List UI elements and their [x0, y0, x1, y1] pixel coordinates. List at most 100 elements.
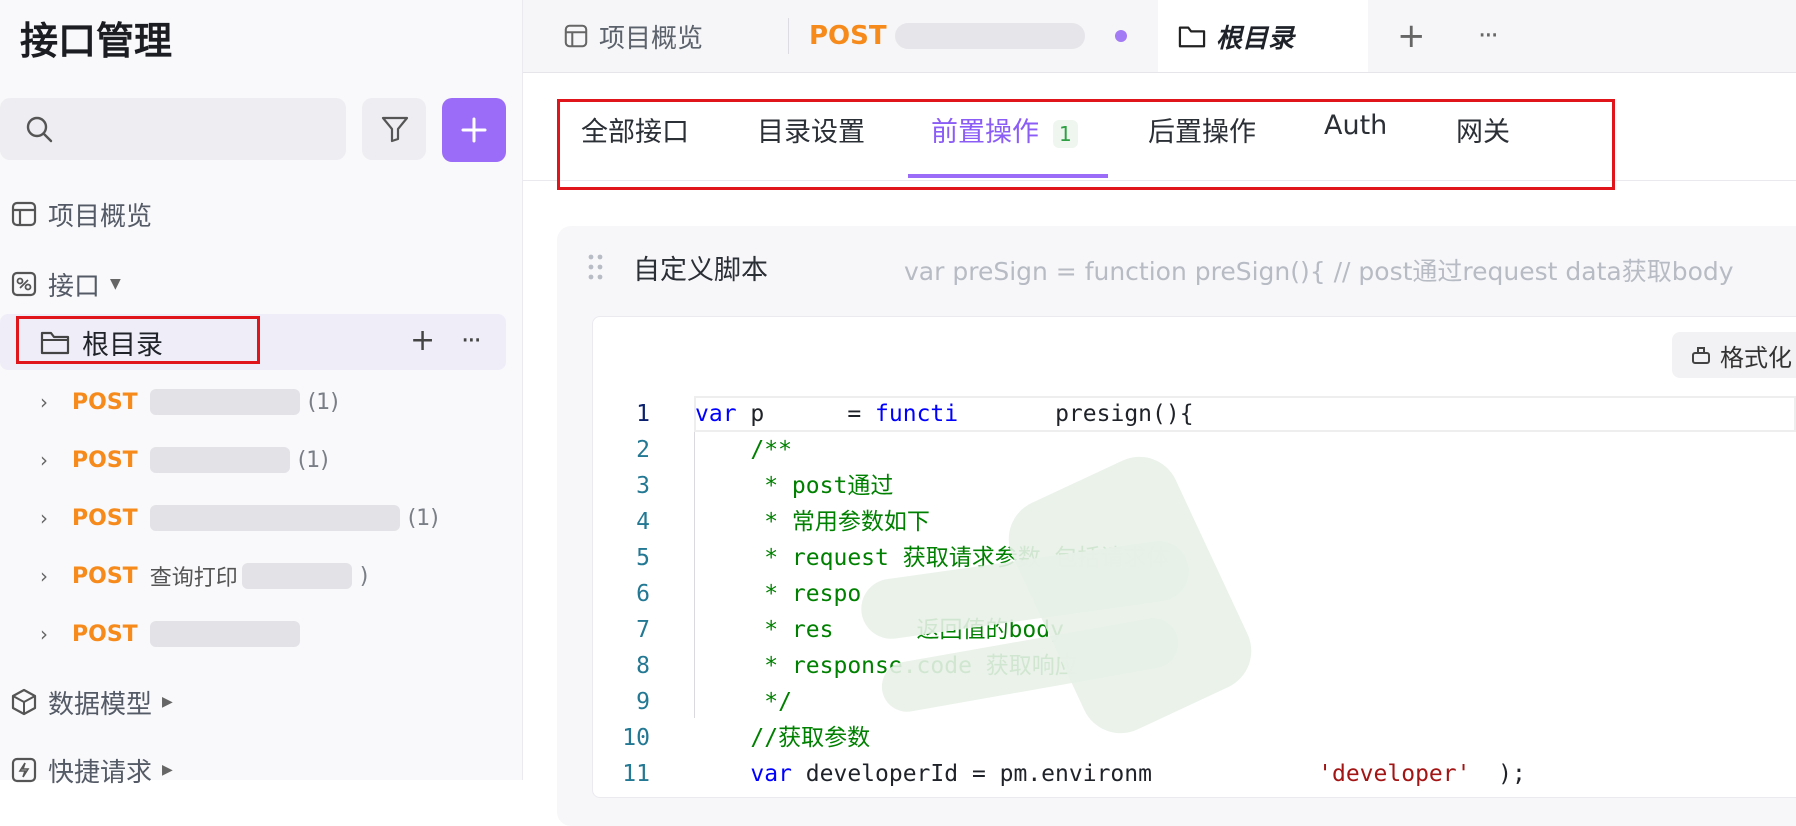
add-child-button[interactable]: +: [410, 326, 435, 356]
code-token: * post通过: [695, 473, 894, 499]
nav-item-quick-requests[interactable]: 快捷请求 ▶: [10, 750, 173, 790]
code-token: * 常用参数如下: [695, 509, 930, 535]
tree-root[interactable]: 根目录: [40, 322, 163, 362]
tab-overview[interactable]: 项目概览: [563, 0, 703, 72]
nav-item-overview-label: 项目概览: [48, 201, 153, 232]
method-badge: POST: [72, 563, 138, 589]
broom-icon: [1690, 344, 1712, 366]
format-button-label: 格式化: [1720, 343, 1792, 372]
folder-icon: [1178, 23, 1206, 49]
chevron-right-icon[interactable]: ›: [40, 448, 70, 472]
tree-item[interactable]: › POST (1): [40, 384, 339, 420]
code-token: p: [736, 401, 765, 427]
filter-button[interactable]: [362, 98, 426, 160]
add-button[interactable]: [442, 98, 506, 162]
item-count: (1): [407, 505, 439, 531]
tab-bar: 项目概览 POST 根目录 + ···: [523, 0, 1796, 73]
line-number: 8: [636, 653, 650, 679]
line-number: 7: [636, 617, 650, 643]
code-text: * 常用参数如下: [695, 504, 930, 540]
tab-more-button[interactable]: ···: [1478, 18, 1499, 54]
code-token: functi: [875, 401, 959, 427]
cube-icon: [10, 688, 38, 716]
code-text: var developerId = pm.environm 'developer…: [695, 756, 1526, 792]
code-token: //获取参数: [695, 725, 871, 751]
method-badge: POST: [72, 621, 138, 647]
tab-root-label: 根目录: [1216, 23, 1295, 54]
tree-item-label: 查询打印: [149, 566, 238, 591]
nav-item-data-models-label: 数据模型: [48, 689, 153, 720]
app-title: 接口管理: [20, 19, 173, 63]
code-text: /**: [695, 432, 792, 468]
code-token: );: [1470, 761, 1526, 787]
redacted-text: [149, 505, 400, 531]
script-title: 自定义脚本: [633, 255, 768, 286]
tab-overview-label: 项目概览: [599, 23, 704, 54]
method-badge: POST: [72, 505, 138, 531]
line-number: 10: [622, 725, 650, 751]
code-text: * post通过: [695, 468, 893, 504]
caret-right-icon[interactable]: ▶: [162, 694, 173, 710]
code-token: var: [695, 761, 792, 787]
code-token: * respo: [695, 581, 862, 607]
item-count: (1): [297, 447, 329, 473]
line-number: 6: [636, 581, 650, 607]
tree-item[interactable]: › POST (1): [40, 500, 439, 536]
caret-down-icon[interactable]: ▼: [110, 276, 121, 292]
item-count: ): [359, 563, 369, 589]
plus-icon: [459, 115, 489, 149]
code-token: /**: [695, 437, 792, 463]
nav-item-interfaces-label: 接口: [48, 271, 101, 302]
code-text: * respo: [695, 576, 861, 612]
layout-icon: [563, 23, 589, 49]
code-text: var p = functi presign(){: [695, 396, 1194, 432]
chevron-right-icon[interactable]: ›: [40, 390, 70, 414]
line-number: 5: [636, 545, 650, 571]
folder-icon: [40, 328, 70, 356]
nav-item-quick-requests-label: 快捷请求: [48, 757, 153, 788]
line-number: 9: [636, 689, 650, 715]
chevron-right-icon[interactable]: ›: [40, 622, 70, 646]
tree-item[interactable]: › POST 查询打印 ): [40, 558, 368, 594]
nav-item-overview[interactable]: 项目概览: [10, 194, 152, 234]
line-number: 3: [636, 473, 650, 499]
format-button[interactable]: 格式化: [1672, 332, 1796, 378]
caret-right-icon[interactable]: ▶: [162, 762, 173, 778]
tab-post-request[interactable]: POST: [809, 0, 1085, 72]
code-token: */: [695, 689, 792, 715]
tab-root[interactable]: 根目录: [1158, 0, 1368, 72]
new-tab-button[interactable]: +: [1397, 18, 1426, 54]
code-text: //获取参数: [695, 720, 870, 756]
more-options-button[interactable]: ···: [461, 326, 482, 356]
line-number: 4: [636, 509, 650, 535]
nav-item-data-models[interactable]: 数据模型 ▶: [10, 682, 173, 722]
code-text: */: [695, 684, 792, 720]
drag-handle-icon[interactable]: [586, 252, 606, 286]
code-token: presign: [1055, 401, 1153, 427]
method-badge: POST: [809, 21, 887, 51]
api-icon: [10, 270, 38, 298]
redacted-text: [149, 447, 290, 473]
line-number: 2: [636, 437, 650, 463]
sidebar: 接口管理 项目概览 接口 ▼ 根目录 + ··· › POST (1) › PO…: [0, 0, 523, 788]
tab-divider: [788, 18, 789, 54]
redacted-text: [149, 621, 300, 647]
code-token: var: [695, 401, 737, 427]
line-number: 11: [622, 761, 650, 787]
tree-item[interactable]: › POST (1): [40, 442, 329, 478]
search-input[interactable]: [0, 98, 346, 160]
code-token: =: [833, 401, 876, 427]
chevron-right-icon[interactable]: ›: [40, 506, 70, 530]
redacted-text: [149, 389, 300, 415]
filter-icon: [380, 114, 410, 148]
redacted-text: [894, 23, 1085, 49]
nav-item-interfaces[interactable]: 接口 ▼: [10, 264, 121, 304]
code-token: developerId = pm.environm: [791, 761, 1152, 787]
tree-item[interactable]: › POST: [40, 616, 308, 652]
chevron-right-icon[interactable]: ›: [40, 564, 70, 588]
method-badge: POST: [72, 389, 138, 415]
tree-root-label: 根目录: [82, 329, 163, 361]
script-preview: var preSign = function preSign(){ // pos…: [904, 257, 1734, 286]
